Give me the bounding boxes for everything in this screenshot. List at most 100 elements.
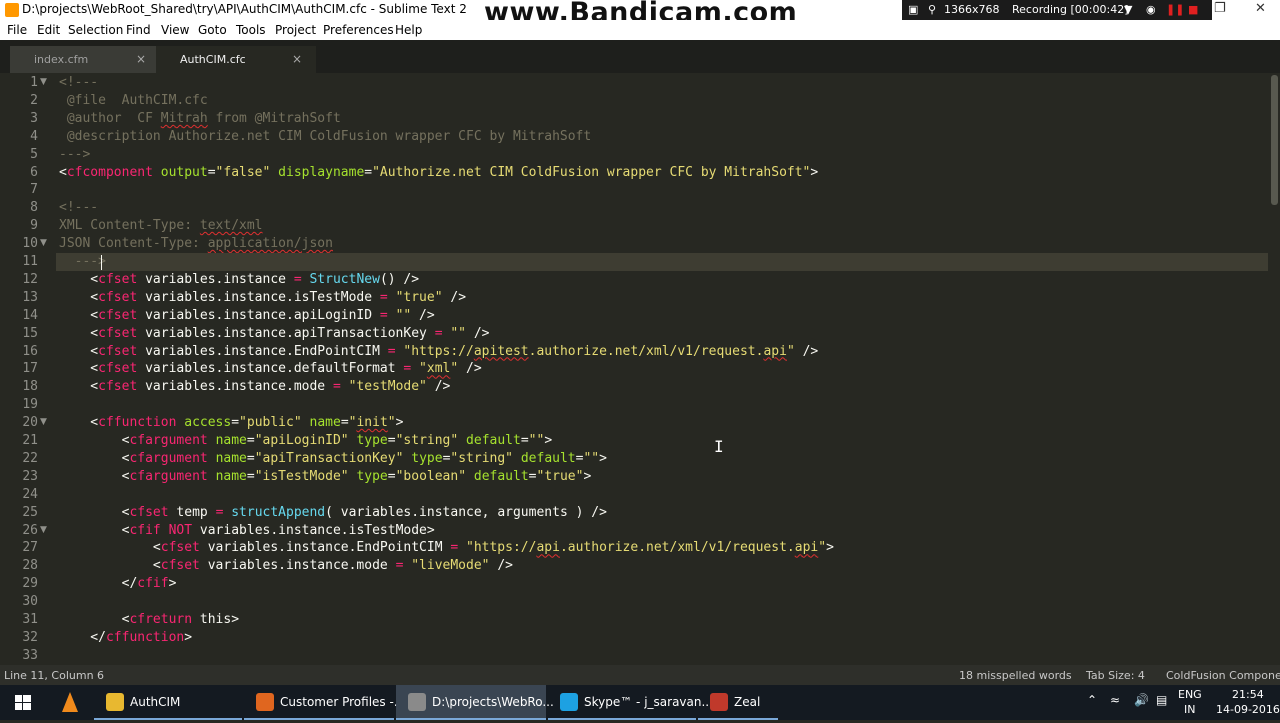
code-line[interactable]: <cfreturn this> bbox=[59, 612, 239, 627]
code-line[interactable]: <cfset variables.instance.isTestMode = "… bbox=[59, 290, 466, 305]
menu-edit[interactable]: Edit bbox=[37, 23, 60, 37]
line-number: 29 bbox=[22, 576, 38, 592]
cursor-position: Line 11, Column 6 bbox=[4, 669, 105, 682]
wifi-icon[interactable]: ≈ bbox=[1110, 693, 1120, 707]
code-line[interactable]: <!--- bbox=[59, 75, 98, 90]
fold-arrow-icon[interactable]: ▼ bbox=[40, 525, 47, 535]
menu-tools[interactable]: Tools bbox=[236, 23, 266, 37]
code-line[interactable]: <cfcomponent output="false" displayname=… bbox=[59, 165, 818, 180]
code-line[interactable]: <cfset variables.instance.mode = "liveMo… bbox=[59, 558, 513, 573]
line-number: 27 bbox=[22, 540, 38, 556]
chevron-up-icon[interactable]: ⌃ bbox=[1087, 693, 1097, 707]
code-line[interactable]: <cfif NOT variables.instance.isTestMode> bbox=[59, 523, 435, 538]
line-number: 28 bbox=[22, 558, 38, 574]
tab-size[interactable]: Tab Size: 4 bbox=[1086, 669, 1145, 682]
code-line[interactable]: ---> bbox=[59, 147, 90, 162]
line-number: 7 bbox=[30, 182, 38, 198]
taskbar-app-1[interactable]: Customer Profiles -... bbox=[244, 685, 405, 720]
clock-date[interactable]: 14-09-2016 bbox=[1216, 703, 1280, 716]
recorder-resolution: 1366x768 bbox=[944, 3, 1000, 16]
menu-view[interactable]: View bbox=[161, 23, 189, 37]
code-line[interactable]: @description Authorize.net CIM ColdFusio… bbox=[59, 129, 591, 144]
taskbar-app-label: AuthCIM bbox=[130, 695, 181, 709]
code-line[interactable]: ---> bbox=[59, 254, 106, 269]
line-number: 22 bbox=[22, 450, 38, 466]
recorder-bar: ▣ ⚲ 1366x768 Recording [00:00:42] ▼ ◉ ❚❚… bbox=[902, 0, 1212, 20]
code-line[interactable]: XML Content-Type: text/xml bbox=[59, 218, 263, 233]
fold-arrow-icon[interactable]: ▼ bbox=[40, 238, 47, 248]
taskbar-app-label: Zeal bbox=[734, 695, 761, 709]
menu-help[interactable]: Help bbox=[395, 23, 422, 37]
close-tab-icon[interactable]: × bbox=[136, 52, 146, 66]
code-line[interactable]: <cfset variables.instance.defaultFormat … bbox=[59, 361, 481, 376]
line-number: 18 bbox=[22, 379, 38, 395]
dropdown-icon[interactable]: ▼ bbox=[1124, 3, 1132, 16]
menu-selection[interactable]: Selection bbox=[68, 23, 123, 37]
menu-preferences[interactable]: Preferences bbox=[323, 23, 394, 37]
text-cursor-icon: I bbox=[714, 437, 724, 456]
code-line[interactable]: <cffunction access="public" name="init"> bbox=[59, 415, 403, 430]
search-icon[interactable]: ⚲ bbox=[928, 3, 936, 16]
code-line[interactable]: @file AuthCIM.cfc bbox=[59, 93, 208, 108]
taskbar-app-0[interactable]: AuthCIM bbox=[94, 685, 242, 720]
windows-taskbar: AuthCIM Customer Profiles -... D:\projects… bbox=[0, 685, 1280, 720]
code-line[interactable]: <cfset temp = structAppend( variables.in… bbox=[59, 505, 607, 520]
fold-arrow-icon[interactable]: ▼ bbox=[40, 77, 47, 87]
start-button[interactable] bbox=[0, 685, 46, 720]
code-line[interactable]: </cfif> bbox=[59, 576, 177, 591]
taskbar-app-2[interactable]: D:\projects\WebRo... bbox=[396, 685, 554, 720]
region-indicator[interactable]: IN bbox=[1184, 703, 1195, 716]
pause-icon[interactable]: ❚❚ bbox=[1166, 3, 1184, 16]
line-number: 6 bbox=[30, 164, 38, 180]
spell-check-status[interactable]: 18 misspelled words bbox=[959, 669, 1072, 682]
menu-find[interactable]: Find bbox=[126, 23, 151, 37]
code-line[interactable]: @author CF Mitrah from @MitrahSoft bbox=[59, 111, 341, 126]
app-icon bbox=[710, 693, 728, 711]
line-number: 19 bbox=[22, 397, 38, 413]
code-line[interactable]: <cfset variables.instance.apiTransaction… bbox=[59, 326, 489, 341]
volume-icon[interactable]: 🔊 bbox=[1134, 693, 1149, 707]
scrollbar-thumb[interactable] bbox=[1271, 75, 1278, 205]
line-number: 25 bbox=[22, 504, 38, 520]
code-line[interactable]: <cfset variables.instance.EndPointCIM = … bbox=[59, 540, 834, 555]
camera-icon[interactable]: ◉ bbox=[1146, 3, 1156, 16]
menu-goto[interactable]: Goto bbox=[198, 23, 227, 37]
clock-time[interactable]: 21:54 bbox=[1232, 688, 1264, 701]
code-line[interactable]: </cffunction> bbox=[59, 630, 192, 645]
fold-arrow-icon[interactable]: ▼ bbox=[40, 417, 47, 427]
taskbar-app-3[interactable]: Skype™ - j_saravan... bbox=[548, 685, 713, 720]
close-button[interactable]: ✕ bbox=[1255, 1, 1266, 16]
minimize-button[interactable]: ❐ bbox=[1214, 1, 1226, 16]
tab-label: index.cfm bbox=[34, 53, 89, 66]
syntax-mode[interactable]: ColdFusion Component bbox=[1166, 669, 1280, 682]
code-line[interactable]: <!--- bbox=[59, 200, 98, 215]
tab-index-cfm[interactable]: index.cfm × bbox=[10, 46, 160, 73]
code-editor[interactable]: 1 ▼ 2 3 4 5 6 7 8 9 10 ▼ 11 12 13 14 15 16 17 18 19 20 ▼ 21 22 23… bbox=[0, 73, 1280, 665]
code-line[interactable]: <cfargument name="isTestMode" type="bool… bbox=[59, 469, 592, 484]
line-number: 24 bbox=[22, 486, 38, 502]
line-number: 17 bbox=[22, 361, 38, 377]
taskbar-app-4[interactable]: Zeal bbox=[698, 685, 778, 720]
code-line[interactable]: <cfset variables.instance.apiLoginID = "… bbox=[59, 308, 434, 323]
vertical-scrollbar[interactable] bbox=[1268, 73, 1280, 665]
notification-icon[interactable]: ▤ bbox=[1156, 693, 1167, 707]
code-line[interactable]: <cfargument name="apiLoginID" type="stri… bbox=[59, 433, 553, 448]
code-line[interactable]: <cfset variables.instance.mode = "testMo… bbox=[59, 379, 450, 394]
language-indicator[interactable]: ENG bbox=[1178, 688, 1202, 701]
close-tab-icon[interactable]: × bbox=[292, 52, 302, 66]
line-number: 13 bbox=[22, 289, 38, 305]
line-number: 10 bbox=[22, 236, 38, 252]
screen-icon[interactable]: ▣ bbox=[908, 3, 918, 16]
code-line[interactable]: <cfset variables.instance.EndPointCIM = … bbox=[59, 344, 818, 359]
menu-project[interactable]: Project bbox=[275, 23, 316, 37]
stop-icon[interactable]: ■ bbox=[1188, 3, 1198, 16]
vlc-cone-icon bbox=[62, 692, 78, 712]
menu-file[interactable]: File bbox=[7, 23, 27, 37]
app-icon bbox=[408, 693, 426, 711]
current-line-highlight bbox=[56, 253, 1268, 271]
code-line[interactable]: JSON Content-Type: application/json bbox=[59, 236, 333, 251]
tab-authcim-cfc[interactable]: AuthCIM.cfc × bbox=[156, 46, 316, 73]
vlc-icon[interactable] bbox=[48, 685, 92, 720]
code-line[interactable]: <cfargument name="apiTransactionKey" typ… bbox=[59, 451, 607, 466]
code-line[interactable]: <cfset variables.instance = StructNew() … bbox=[59, 272, 419, 287]
